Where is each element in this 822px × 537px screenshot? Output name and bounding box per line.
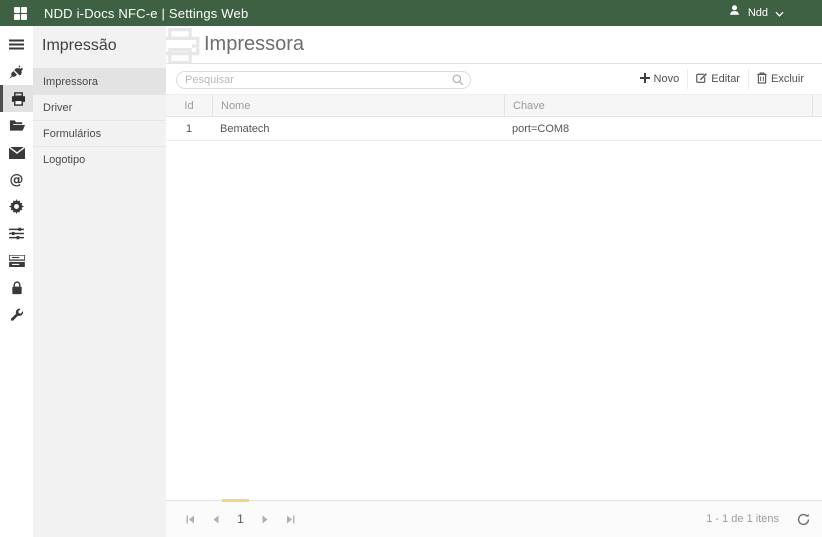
sidebar-item-impressora[interactable]: Impressora [33, 68, 166, 94]
content-header: Impressora [166, 26, 822, 64]
chevron-down-icon [775, 4, 784, 22]
search-icon [452, 73, 464, 91]
user-menu[interactable]: Ndd [728, 4, 812, 22]
editar-button[interactable]: Editar [687, 69, 748, 89]
cell-chave: port=COM8 [512, 122, 570, 135]
search-wrap [176, 70, 471, 89]
sidebar: Impressão Impressora Driver Formulários … [33, 26, 166, 537]
table-row[interactable]: 1 Bematech port=COM8 [166, 117, 822, 141]
toolbar: Novo Editar Excluir [166, 64, 822, 94]
page-title: Impressora [204, 33, 305, 55]
sidebar-heading: Impressão [42, 37, 117, 54]
grid-header: Id Nome Chave [166, 94, 822, 117]
main-content: Impressora Novo [166, 26, 822, 537]
column-header-nome[interactable]: Nome [212, 95, 504, 116]
user-name: Ndd [747, 7, 768, 19]
page-number[interactable]: 1 [228, 512, 253, 526]
next-page-icon[interactable] [253, 507, 278, 531]
plus-icon [639, 72, 650, 86]
printer-watermark-icon [166, 27, 201, 63]
server-icon[interactable] [0, 247, 33, 274]
printer-icon[interactable] [0, 85, 33, 112]
sidebar-item-driver[interactable]: Driver [33, 94, 166, 120]
cell-nome: Bematech [220, 122, 270, 135]
grid-empty-area [166, 141, 822, 500]
column-header-spacer [812, 95, 822, 116]
folder-open-icon[interactable] [0, 112, 33, 139]
trash-icon [757, 71, 767, 87]
user-icon [728, 4, 741, 22]
prev-page-icon[interactable] [203, 507, 228, 531]
refresh-icon[interactable] [797, 513, 810, 526]
edit-pencil-icon [696, 72, 708, 86]
app-body: @ Impressão Impressora Driver Formulário… [0, 26, 822, 537]
at-icon[interactable]: @ [0, 166, 33, 193]
cell-id: 1 [185, 122, 193, 135]
sliders-icon[interactable] [0, 220, 33, 247]
app-title: NDD i-Docs NFC-e | Settings Web [44, 5, 249, 21]
first-page-icon[interactable] [178, 507, 203, 531]
gear-icon[interactable] [0, 193, 33, 220]
current-page-indicator [222, 499, 249, 502]
sidebar-item-formularios[interactable]: Formulários [33, 120, 166, 146]
search-input[interactable] [176, 70, 471, 89]
mail-icon[interactable] [0, 139, 33, 166]
pager: 1 1 - 1 de 1 itens [166, 499, 822, 537]
column-header-id[interactable]: Id [166, 100, 212, 112]
lock-icon[interactable] [0, 274, 33, 301]
toolbar-buttons: Novo Editar Excluir [632, 68, 812, 90]
topbar: NDD i-Docs NFC-e | Settings Web Ndd [0, 0, 822, 26]
icon-rail: @ [0, 26, 33, 537]
plug-icon[interactable] [0, 58, 33, 85]
wrench-icon[interactable] [0, 301, 33, 328]
pager-info: 1 - 1 de 1 itens [706, 513, 779, 525]
last-page-icon[interactable] [278, 507, 303, 531]
novo-button[interactable]: Novo [632, 70, 688, 89]
excluir-button[interactable]: Excluir [747, 68, 812, 90]
sidebar-item-logotipo[interactable]: Logotipo [33, 146, 166, 172]
pager-right: 1 - 1 de 1 itens [706, 513, 810, 526]
menu-icon[interactable] [0, 31, 33, 58]
column-header-chave[interactable]: Chave [504, 95, 812, 116]
apps-grid-icon[interactable] [14, 6, 27, 20]
